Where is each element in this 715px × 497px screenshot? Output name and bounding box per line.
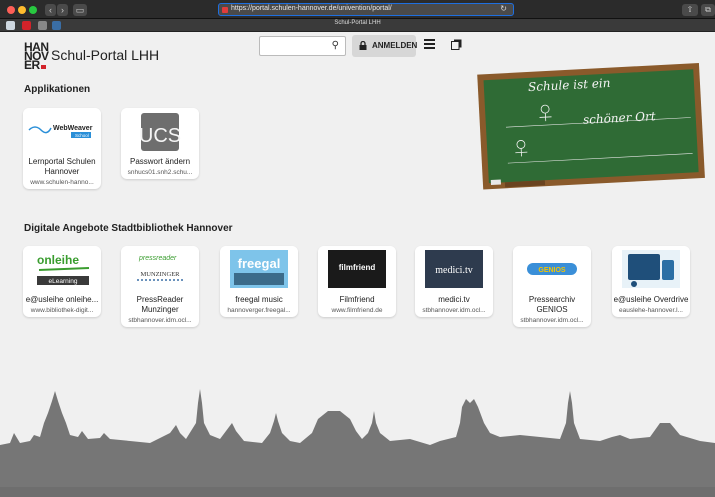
logo-line: ER [24, 58, 40, 72]
tile-card[interactable]: filmfriend Filmfriend www.filmfriend.de [318, 246, 396, 317]
logo-mark-icon [40, 65, 46, 69]
lock-icon [359, 41, 367, 50]
filmfriend-logo: filmfriend [318, 246, 396, 292]
app-tile-medici[interactable]: medici.tv medici.tv stbhannover.idm.ocl.… [415, 246, 493, 317]
pressreader-logo: pressreader MUNZINGER [121, 246, 199, 292]
app-tile-passwort[interactable]: UCS Passwort ändern snhucs01.snh2.schu..… [121, 108, 199, 179]
tile-url: www.bibliothek-digit... [30, 307, 94, 314]
onleihe-logo: onleihe eLearning [23, 246, 101, 292]
reload-icon[interactable]: ↻ [500, 4, 507, 13]
tile-label: Passwort ändern [121, 157, 199, 167]
tile-label: freegal music [220, 295, 298, 305]
tile-url: stbhannover.idm.ocl... [422, 307, 486, 314]
address-bar-url: https://portal.schulen-hannover.de/unive… [231, 5, 392, 12]
hamburger-menu-icon[interactable] [424, 39, 435, 49]
freegal-logo-text: freegal [238, 256, 281, 271]
tile-label: Filmfriend [318, 295, 396, 305]
webweaver-logo-subtext: School [75, 133, 89, 138]
tile-card[interactable]: UCS Passwort ändern snhucs01.snh2.schu..… [121, 108, 199, 179]
address-bar[interactable]: https://portal.schulen-hannover.de/unive… [218, 3, 514, 16]
pressreader-icon: pressreader MUNZINGER [137, 252, 183, 281]
search-input[interactable]: ⚲ [259, 36, 346, 56]
app-tile-onleihe[interactable]: onleihe eLearning e@usleihe onleihe... w… [23, 246, 101, 317]
tile-url: stbhannover.idm.ocl... [128, 317, 192, 324]
close-window-button[interactable] [7, 6, 15, 14]
tile-card[interactable]: onleihe eLearning e@usleihe onleihe... w… [23, 246, 101, 317]
tile-label: e@usleihe onleihe... [23, 295, 101, 305]
tile-url: www.schulen-hanno... [30, 179, 94, 186]
munzinger-logo-text: MUNZINGER [141, 271, 181, 278]
tile-card[interactable]: e@usleihe Overdrive eauslehe-hannover.l.… [612, 246, 690, 317]
login-button[interactable]: ANMELDEN [352, 35, 418, 57]
tile-label: Pressearchiv GENIOS [513, 295, 591, 315]
app-tile-pressreader[interactable]: pressreader MUNZINGER PressReader Munzin… [121, 246, 199, 327]
genios-logo-text: GENIOS [538, 267, 566, 274]
zoom-window-button[interactable] [29, 6, 37, 14]
ucs-icon: UCS [139, 113, 181, 151]
medici-logo-text: medici.tv [435, 265, 473, 276]
pressreader-logo-text: pressreader [138, 255, 177, 262]
webweaver-logo-text: WebWeaver [53, 125, 93, 132]
browser-titlebar: ‹ › ▭ https://portal.schulen-hannover.de… [0, 0, 715, 19]
tile-url: www.filmfriend.de [331, 307, 383, 314]
medici-logo: medici.tv [415, 246, 493, 292]
tile-label: medici.tv [415, 295, 493, 305]
hannover-logo: HAN NOV ER [24, 41, 49, 72]
app-tile-overdrive[interactable]: e@usleihe Overdrive eauslehe-hannover.l.… [612, 246, 690, 317]
tile-card[interactable]: freegal freegal music hannoverger.freega… [220, 246, 298, 317]
filmfriend-icon: filmfriend [328, 250, 386, 288]
onleihe-logo-text: onleihe [37, 253, 79, 267]
tabs-overview-icon[interactable]: ⧉ [701, 4, 715, 16]
app-tile-genios[interactable]: GENIOS Pressearchiv GENIOS stbhannover.i… [513, 246, 591, 327]
tile-url: stbhannover.idm.ocl... [520, 317, 584, 324]
ucs-logo: UCS [121, 108, 199, 154]
webweaver-icon: WebWeaver School [28, 125, 93, 138]
tile-card[interactable]: medici.tv medici.tv stbhannover.idm.ocl.… [415, 246, 493, 317]
freegal-logo: freegal [220, 246, 298, 292]
page-title: Schul-Portal LHH [51, 47, 160, 63]
section-title-stadtbibliothek: Digitale Angebote Stadtbibliothek Hannov… [24, 223, 233, 234]
tile-url: eauslehe-hannover.l... [619, 307, 683, 314]
genios-icon: GENIOS [527, 263, 577, 275]
hannover-skyline-illustration [0, 389, 715, 497]
minimize-window-button[interactable] [18, 6, 26, 14]
tile-label: e@usleihe Overdrive [612, 295, 690, 305]
onleihe-icon: onleihe eLearning [37, 253, 90, 285]
site-favicon-icon [222, 7, 228, 13]
copy-icon[interactable] [451, 39, 462, 50]
tile-url: hannoverger.freegal... [227, 307, 291, 314]
back-button[interactable]: ‹ [45, 4, 56, 16]
login-button-label: ANMELDEN [372, 41, 418, 50]
active-tab-title[interactable]: Schul-Portal LHH [0, 20, 715, 26]
sidebar-toggle-button[interactable]: ▭ [73, 4, 87, 16]
tile-card[interactable]: WebWeaver School Lernportal Schulen Hann… [23, 108, 101, 189]
app-tile-filmfriend[interactable]: filmfriend Filmfriend www.filmfriend.de [318, 246, 396, 317]
tile-card[interactable]: pressreader MUNZINGER PressReader Munzin… [121, 246, 199, 327]
tile-card[interactable]: GENIOS Pressearchiv GENIOS stbhannover.i… [513, 246, 591, 327]
elearning-logo-text: eLearning [49, 278, 78, 285]
overdrive-logo [612, 246, 690, 292]
filmfriend-logo-text: filmfriend [339, 263, 376, 272]
portal-page: HAN NOV ER Schul-Portal LHH ⚲ ANMELDEN S… [0, 33, 715, 497]
medici-icon: medici.tv [425, 250, 483, 288]
app-tile-freegal[interactable]: freegal freegal music hannoverger.freega… [220, 246, 298, 317]
webweaver-logo: WebWeaver School [23, 108, 101, 154]
section-title-applications: Applikationen [24, 84, 91, 95]
forward-button[interactable]: › [57, 4, 68, 16]
share-icon[interactable]: ⇧ [682, 4, 698, 16]
freegal-icon: freegal [230, 250, 288, 288]
overdrive-icon [622, 250, 680, 288]
bookmarks-tab-bar: Schul-Portal LHH [0, 19, 715, 32]
tile-url: snhucs01.snh2.schu... [127, 169, 193, 176]
ucs-logo-text: UCS [139, 125, 181, 147]
search-icon[interactable]: ⚲ [332, 40, 339, 51]
genios-logo: GENIOS [513, 246, 591, 292]
app-tile-lernportal[interactable]: WebWeaver School Lernportal Schulen Hann… [23, 108, 101, 189]
tile-label: Lernportal Schulen Hannover [23, 157, 101, 177]
tile-label: PressReader Munzinger [121, 295, 199, 315]
